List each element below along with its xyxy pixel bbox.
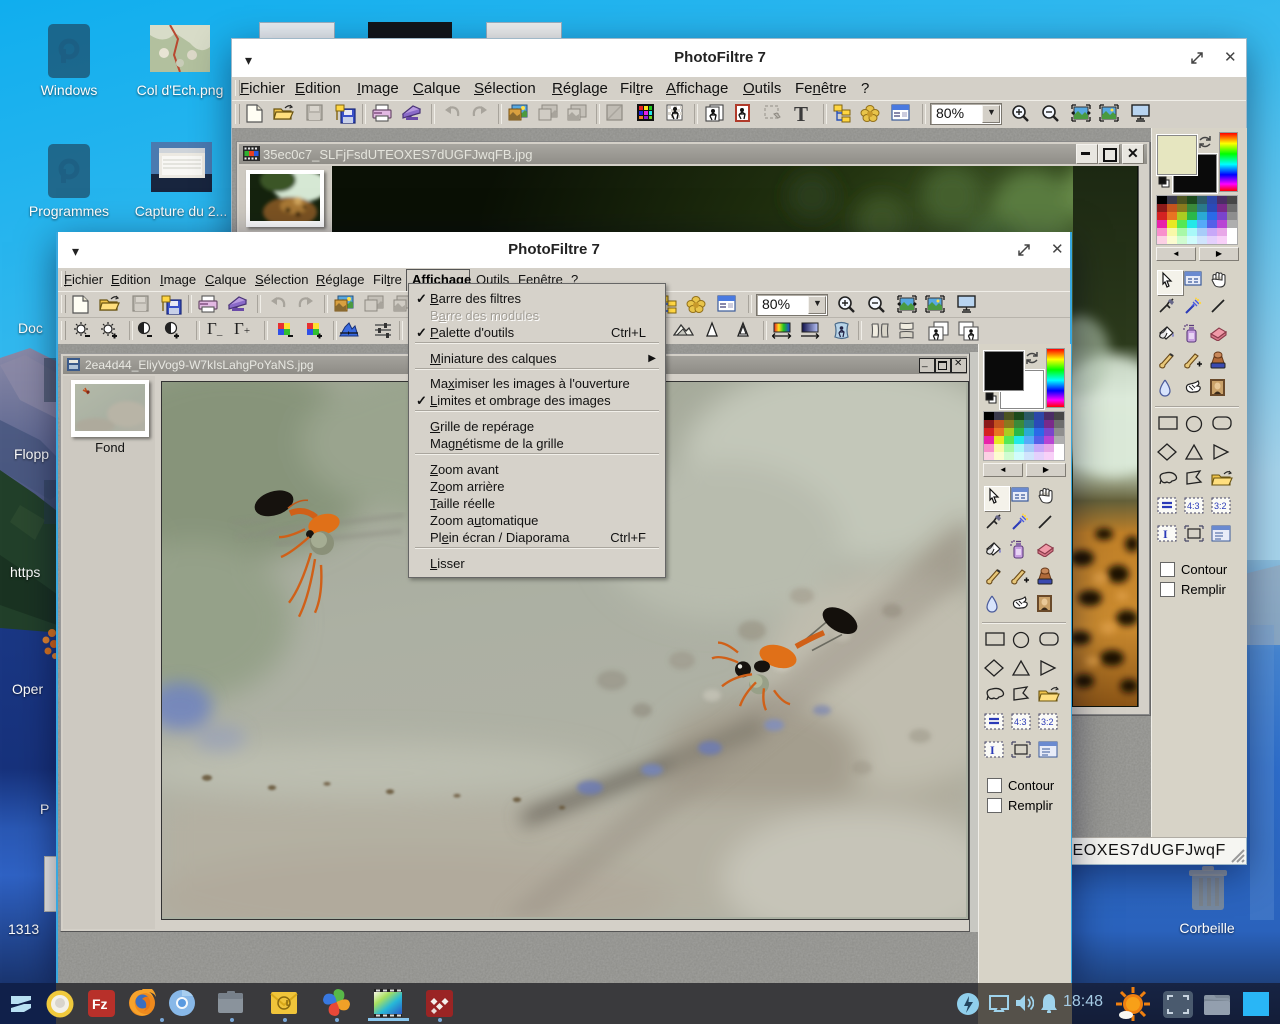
svg-text:3:2: 3:2: [1214, 501, 1227, 511]
svg-text:4:3: 4:3: [1187, 501, 1200, 511]
svg-text:3:2: 3:2: [1041, 717, 1054, 727]
svg-text:4:3: 4:3: [1014, 717, 1027, 727]
svg-text:Fz: Fz: [92, 996, 108, 1012]
svg-text:I: I: [1163, 527, 1168, 541]
svg-text:I: I: [990, 743, 995, 757]
